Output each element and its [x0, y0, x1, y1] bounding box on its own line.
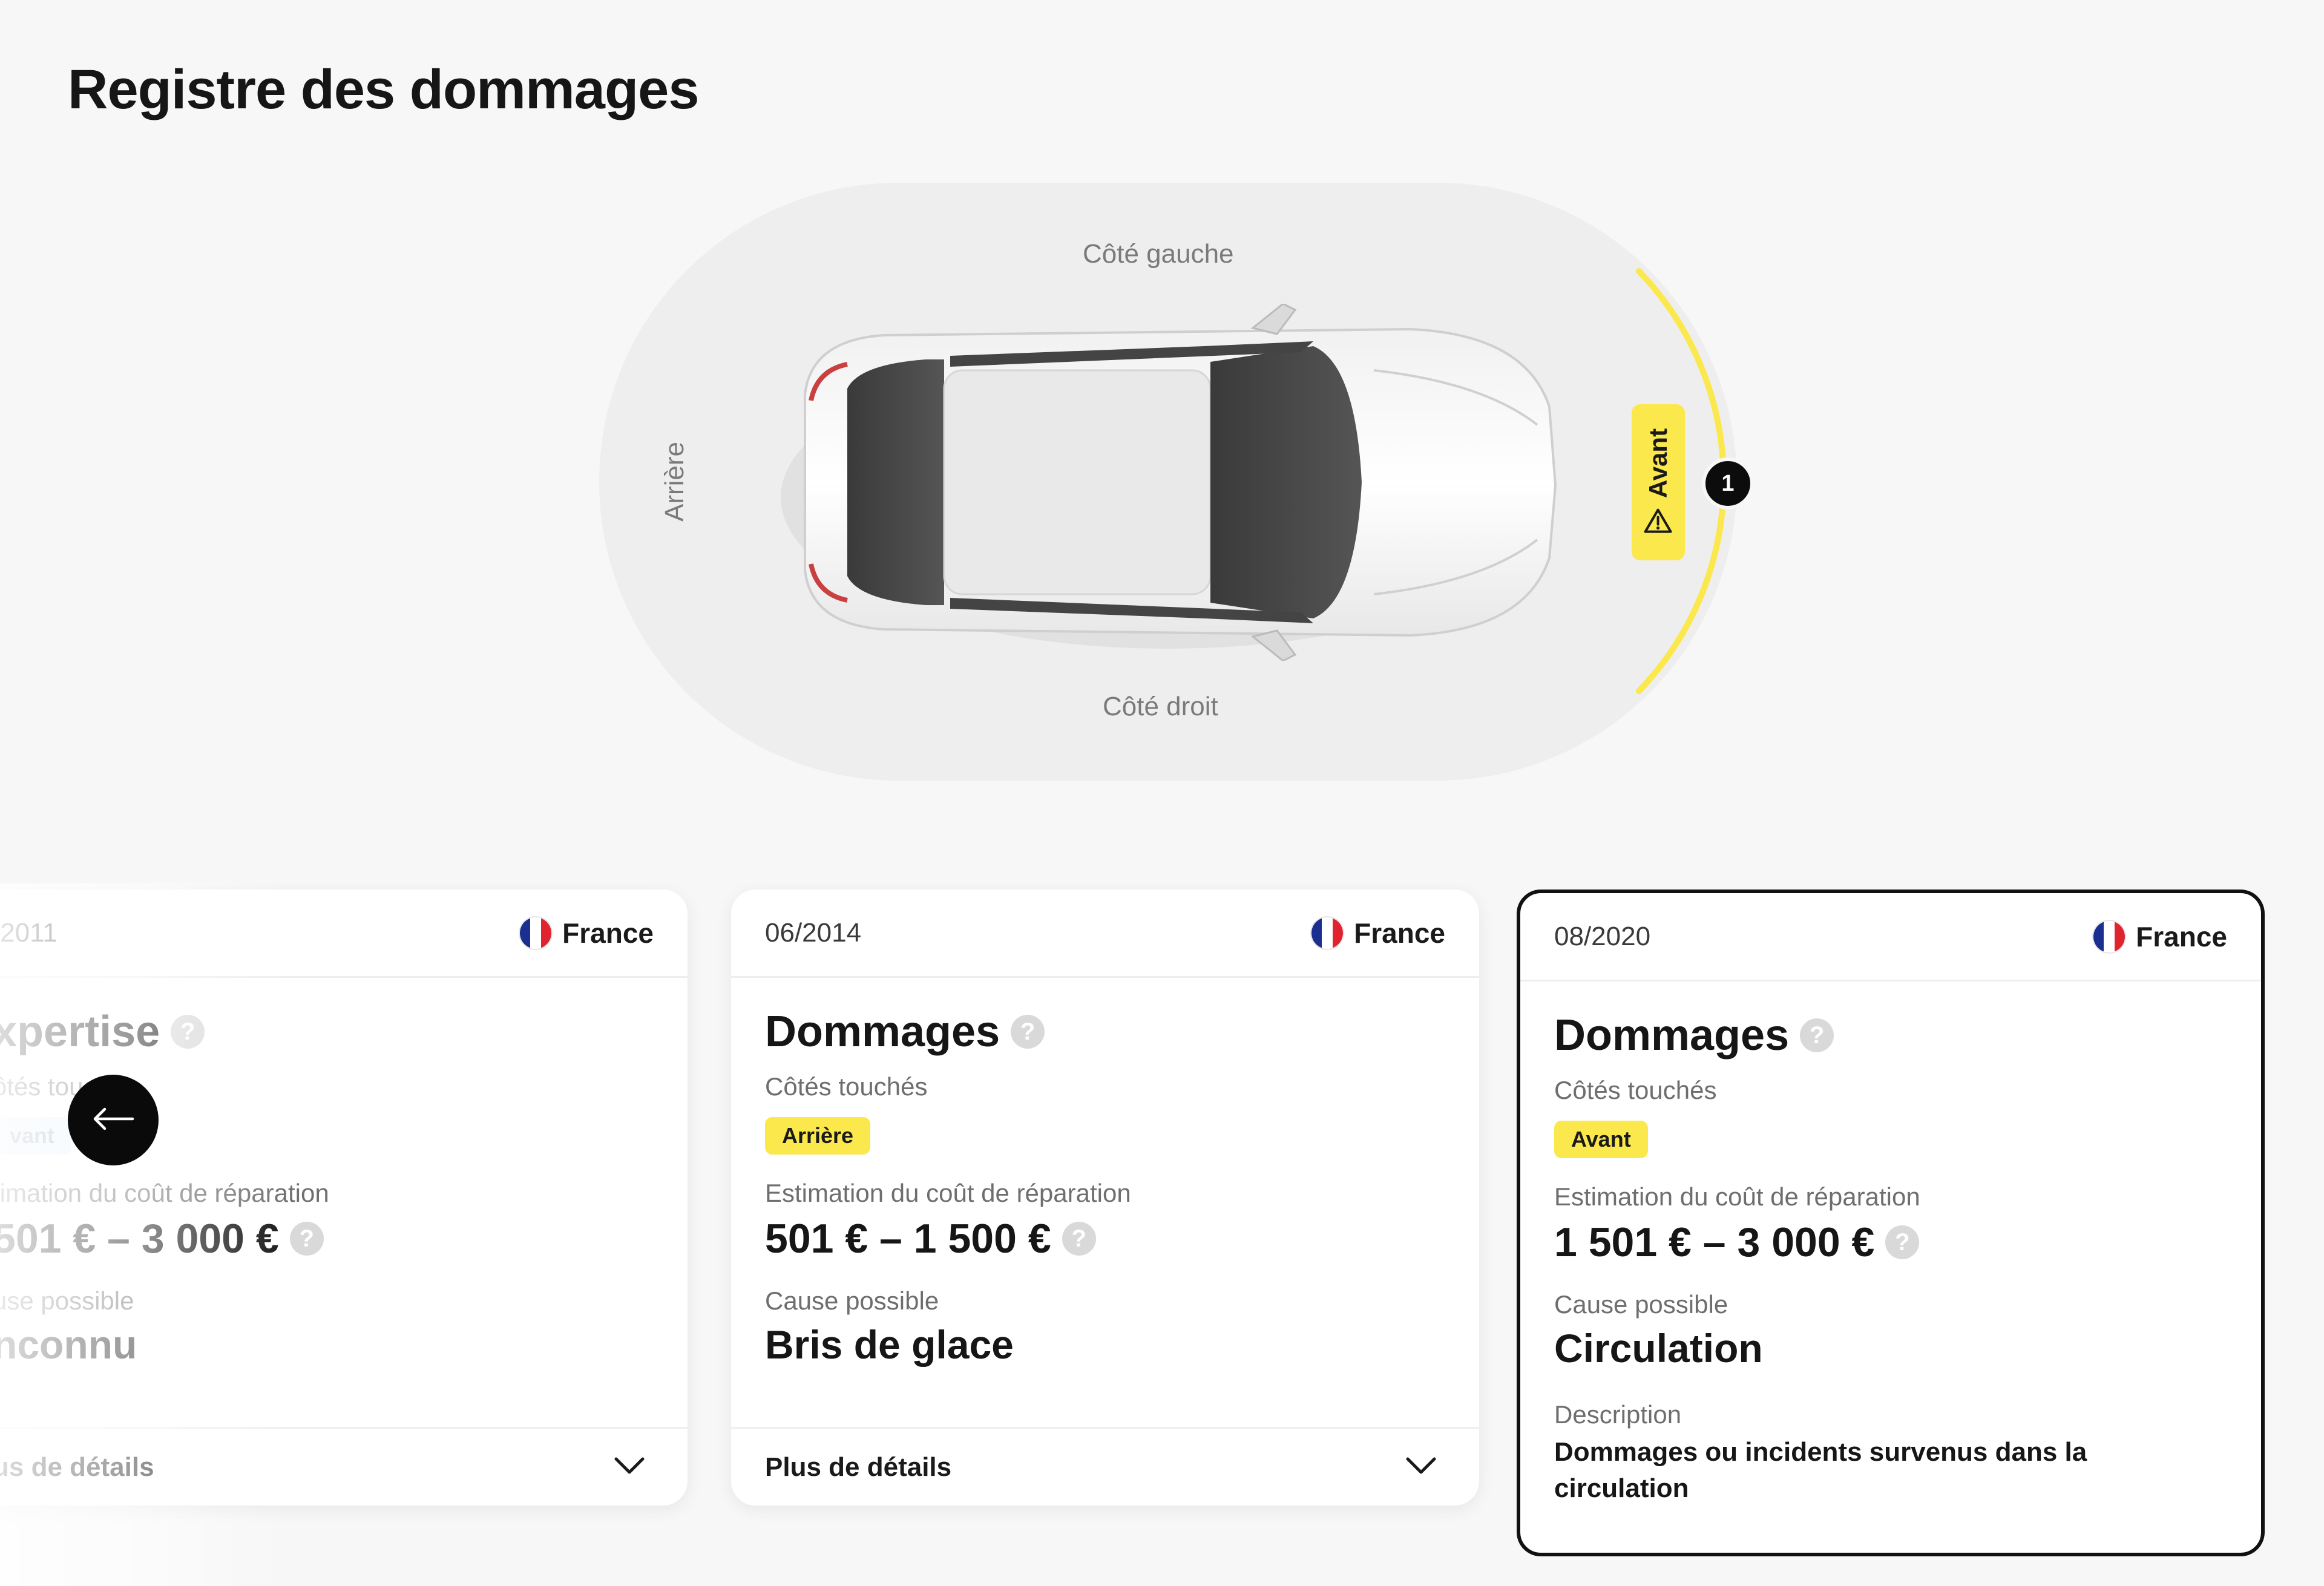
cost-value-text: 1 501 € – 3 000 €: [1554, 1219, 1875, 1265]
label-left-side: Côté gauche: [1083, 239, 1234, 269]
card-country: France: [2092, 919, 2227, 954]
damage-diagram: Côté gauche Côté droit Arrière Avant 1: [599, 183, 1754, 781]
card-header: /2011 France: [0, 890, 688, 978]
cause-value: nconnu: [0, 1322, 137, 1367]
cost-label: Estimation du coût de réparation: [1554, 1182, 1920, 1211]
help-icon[interactable]: ?: [1062, 1222, 1096, 1256]
more-details-toggle[interactable]: us de détails: [0, 1427, 688, 1506]
cost-label: Estimation du coût de réparation: [765, 1179, 1131, 1207]
sides-label: Côtés touchés: [1554, 1076, 1717, 1104]
cause-value: Circulation: [1554, 1326, 1763, 1371]
chevron-down-icon: [1405, 1457, 1437, 1478]
card-country: France: [519, 916, 654, 950]
damage-count-badge: 1: [1702, 457, 1754, 510]
cost-value-text: 501 € – 3 000 €: [0, 1216, 279, 1262]
country-name: France: [1354, 917, 1445, 949]
damage-card-selected[interactable]: 08/2020 France Dommages ? Côtés touchés …: [1517, 890, 2265, 1556]
chevron-down-icon: [614, 1457, 645, 1478]
card-header: 08/2020 France: [1520, 893, 2261, 981]
description-label: Description: [1554, 1400, 1682, 1429]
cause-label: Cause possible: [1554, 1290, 1728, 1319]
cost-value: 1 501 € – 3 000 € ?: [1554, 1219, 2227, 1266]
country-name: France: [2136, 920, 2227, 952]
damage-card[interactable]: /2011 France xpertise ? ôtés touchés van…: [0, 890, 688, 1506]
more-details-label: us de détails: [0, 1452, 154, 1482]
country-name: France: [562, 917, 654, 949]
front-side-label: Avant: [1644, 428, 1673, 498]
card-date: 08/2020: [1554, 921, 1651, 951]
help-icon[interactable]: ?: [289, 1222, 324, 1256]
cost-value: 501 € – 1 500 € ?: [765, 1215, 1445, 1262]
card-title: xpertise ?: [0, 1007, 654, 1057]
description-text: Dommages ou incidents survenus dans la c…: [1554, 1437, 2087, 1503]
help-icon[interactable]: ?: [171, 1015, 205, 1049]
card-title-text: xpertise: [0, 1008, 160, 1056]
more-details-toggle[interactable]: Plus de détails: [731, 1427, 1479, 1506]
label-rear: Arrière: [660, 441, 689, 522]
cost-value: 501 € – 3 000 € ?: [0, 1215, 654, 1262]
france-flag-icon: [2092, 919, 2127, 954]
sides-label: Côtés touchés: [765, 1072, 928, 1101]
help-icon[interactable]: ?: [1800, 1018, 1834, 1052]
cause-label: Cause possible: [765, 1286, 939, 1315]
help-icon[interactable]: ?: [1011, 1015, 1045, 1049]
damage-cards-carousel: /2011 France xpertise ? ôtés touchés van…: [0, 883, 2324, 1586]
page-title: Registre des dommages: [68, 59, 699, 120]
card-title: Dommages ?: [1554, 1011, 2227, 1060]
sides-tag: Avant: [1554, 1121, 1648, 1158]
help-icon[interactable]: ?: [1885, 1225, 1920, 1259]
arrow-left-icon: [91, 1107, 135, 1134]
label-right-side: Côté droit: [1103, 692, 1218, 721]
previous-card-button[interactable]: [68, 1075, 159, 1165]
card-date: /2011: [0, 917, 57, 948]
france-flag-icon: [1310, 916, 1345, 950]
damage-card[interactable]: 06/2014 France Dommages ? Côtés touchés …: [731, 890, 1479, 1506]
cost-label: timation du coût de réparation: [0, 1179, 329, 1207]
more-details-label: Plus de détails: [765, 1452, 952, 1482]
warning-triangle-icon: [1644, 507, 1673, 537]
cause-value: Bris de glace: [765, 1322, 1014, 1367]
sides-tag: Arrière: [765, 1117, 871, 1155]
card-title-text: Dommages: [765, 1008, 1000, 1056]
front-side-tag[interactable]: Avant: [1632, 404, 1685, 560]
sides-tag: vant: [0, 1117, 72, 1155]
card-date: 06/2014: [765, 917, 862, 948]
cause-label: use possible: [0, 1286, 134, 1315]
card-country: France: [1310, 916, 1445, 950]
card-header: 06/2014 France: [731, 890, 1479, 978]
card-title: Dommages ?: [765, 1007, 1445, 1057]
card-title-text: Dommages: [1554, 1011, 1790, 1060]
france-flag-icon: [519, 916, 553, 950]
car-top-view-image: [769, 303, 1567, 662]
cost-value-text: 501 € – 1 500 €: [765, 1216, 1051, 1262]
